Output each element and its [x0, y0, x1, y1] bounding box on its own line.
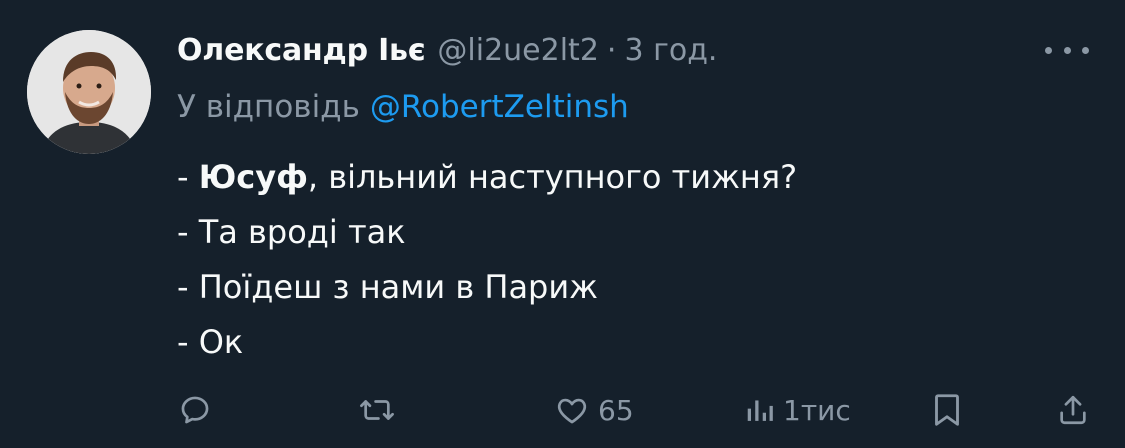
line-text: , вільний наступного тижня? [307, 158, 798, 196]
separator-dot: · [606, 32, 617, 68]
reply-button[interactable] [178, 386, 212, 434]
retweet-icon [360, 400, 394, 420]
line-dash: - [177, 158, 199, 196]
action-bar: 65 1тис [0, 386, 1125, 434]
retweet-button[interactable] [358, 386, 396, 434]
tweet-text: - Юсуф, вільний наступного тижня? - Та в… [177, 150, 797, 370]
timestamp[interactable]: 3 год. [624, 33, 717, 68]
heart-icon [557, 398, 587, 424]
reply-prefix: У відповідь [177, 89, 360, 125]
display-name[interactable]: Олександр Іьє [177, 33, 426, 68]
avatar-image [27, 30, 151, 154]
more-dot [1063, 46, 1071, 54]
reply-icon [181, 396, 209, 424]
views-button[interactable]: 1тис [745, 386, 851, 434]
tweet-line: - Юсуф, вільний наступного тижня? [177, 150, 797, 205]
tweet-line: - Ок [177, 323, 244, 361]
bookmark-button[interactable] [932, 386, 962, 434]
like-count: 65 [598, 393, 634, 427]
views-icon [747, 400, 773, 421]
bold-name: Юсуф [198, 158, 308, 196]
views-count: 1тис [783, 393, 851, 427]
more-dot [1045, 46, 1052, 54]
like-button[interactable]: 65 [554, 386, 634, 434]
share-icon [1060, 395, 1086, 425]
tweet-line: - Поїдеш з нами в Париж [177, 268, 598, 306]
avatar[interactable] [27, 30, 151, 154]
tweet-header: Олександр Іьє @li2ue2lt2 · 3 год. [177, 28, 717, 72]
reply-mention-link[interactable]: @RobertZeltinsh [370, 89, 629, 125]
share-button[interactable] [1056, 386, 1090, 434]
tweet-card[interactable]: Олександр Іьє @li2ue2lt2 · 3 год. У відп… [0, 0, 1125, 448]
more-icon[interactable] [1045, 36, 1089, 64]
reply-context: У відповідь @RobertZeltinsh [177, 82, 629, 132]
bookmark-icon [935, 394, 959, 426]
user-handle[interactable]: @li2ue2lt2 [437, 33, 599, 68]
tweet-line: - Та вроді так [177, 213, 406, 251]
more-dot [1082, 46, 1089, 54]
